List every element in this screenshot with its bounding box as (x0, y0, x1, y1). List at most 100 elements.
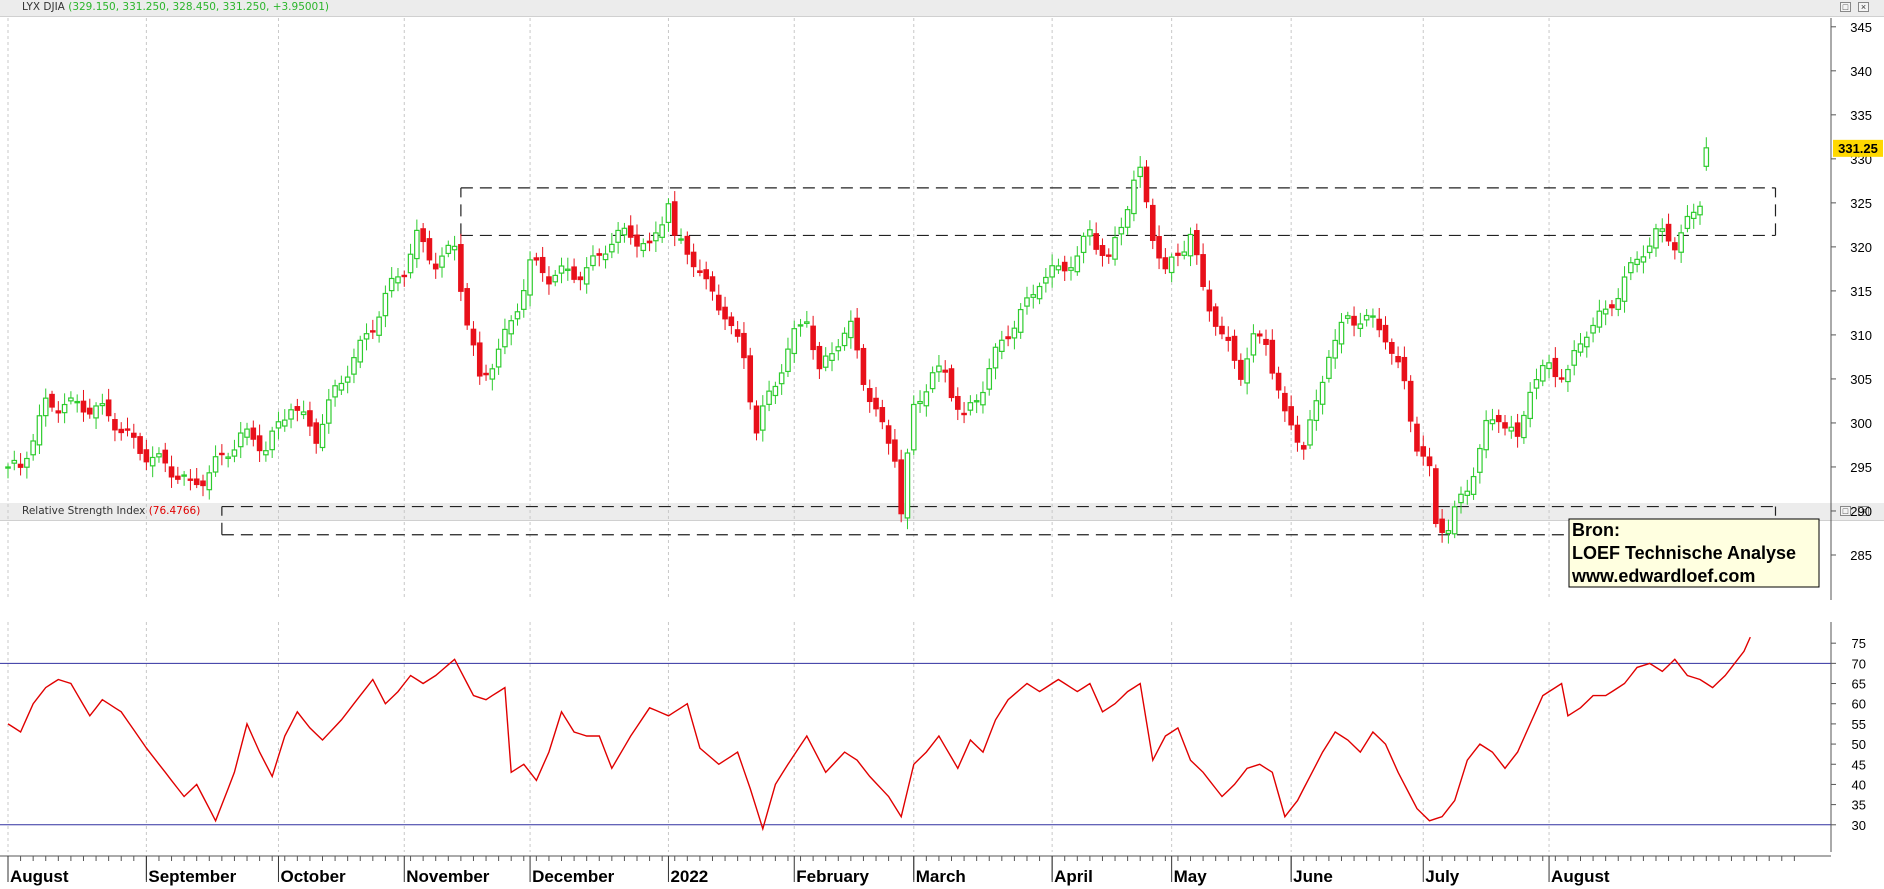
candle (307, 410, 313, 427)
rsi-tick-label: 55 (1852, 717, 1866, 732)
candle (49, 393, 55, 408)
candle (1225, 336, 1232, 341)
candle (1024, 297, 1030, 307)
candle (162, 449, 169, 464)
candle (1370, 315, 1376, 318)
candle (1414, 423, 1420, 452)
candle (1149, 204, 1156, 241)
candle (1521, 414, 1527, 439)
candle (137, 436, 143, 454)
candle (860, 347, 867, 385)
rsi-tick-label: 60 (1852, 697, 1866, 712)
candle (1344, 315, 1351, 319)
candle (835, 346, 842, 352)
candle (93, 405, 99, 419)
rsi-tick-label: 70 (1852, 656, 1866, 671)
candle (999, 339, 1005, 353)
candle (1244, 358, 1250, 384)
candle (697, 270, 703, 273)
candle (1124, 209, 1131, 228)
candle (244, 428, 250, 438)
rsi-tick-label: 40 (1852, 777, 1866, 792)
candle (1017, 308, 1024, 333)
candle (370, 330, 376, 333)
candle (300, 411, 307, 416)
candle (1382, 324, 1389, 343)
candle (596, 253, 603, 256)
candle (55, 410, 62, 414)
candle (1074, 255, 1081, 273)
candle (646, 240, 653, 244)
candle (275, 421, 282, 429)
candle (879, 407, 886, 423)
candle (338, 382, 345, 391)
candle (1036, 285, 1043, 300)
candle (357, 339, 364, 363)
candle (237, 432, 244, 448)
candle (502, 328, 508, 348)
source-box: Bron: LOEF Technische Analyse www.edward… (1568, 518, 1820, 588)
candle (1489, 419, 1496, 425)
candle (1602, 308, 1609, 315)
candle (1546, 362, 1552, 370)
candle (1326, 356, 1332, 379)
candle (609, 243, 615, 253)
candle (565, 268, 571, 272)
candle (1143, 166, 1150, 203)
last-price-label: 331.25 (1838, 141, 1878, 156)
candle (942, 369, 949, 373)
candle (1181, 251, 1188, 256)
candle (24, 457, 30, 468)
month-label: July (1425, 867, 1460, 886)
candle (1319, 381, 1326, 405)
candle (1043, 276, 1049, 284)
rsi-tick-label: 35 (1852, 798, 1866, 813)
source-line-2: LOEF Technische Analyse (1572, 543, 1796, 563)
candle (1068, 267, 1074, 271)
candle (451, 245, 458, 251)
candle (382, 292, 389, 317)
candle (785, 348, 791, 373)
candle (514, 311, 521, 320)
candle (1087, 229, 1093, 237)
candle (1055, 265, 1062, 271)
candle (1118, 226, 1125, 235)
candle (1061, 261, 1068, 272)
price-tick-label: 285 (1850, 548, 1872, 563)
candle (200, 480, 206, 487)
candle (1219, 325, 1225, 335)
candle (313, 422, 320, 444)
rsi-line (0, 636, 1831, 832)
price-tick-label: 325 (1850, 196, 1872, 211)
candle (627, 225, 634, 238)
candle (74, 400, 80, 404)
candle (1458, 493, 1464, 504)
candle (1395, 355, 1401, 363)
candle (420, 228, 426, 243)
candle (1697, 205, 1703, 216)
candle (1646, 245, 1653, 254)
candle (973, 400, 980, 403)
candle (527, 259, 533, 296)
candle (634, 234, 640, 247)
candle (948, 368, 955, 399)
candle (86, 407, 93, 415)
candle (294, 406, 301, 411)
candle (539, 256, 546, 274)
candle (30, 440, 36, 456)
rsi-tick-label: 75 (1852, 636, 1866, 651)
candle (470, 328, 477, 346)
price-tick-label: 295 (1850, 460, 1872, 475)
candle (904, 452, 911, 519)
candle (640, 242, 647, 252)
month-label: September (148, 867, 236, 886)
candle (615, 229, 621, 243)
candle (753, 405, 760, 434)
candle (319, 423, 326, 449)
candle (577, 276, 584, 281)
candle (80, 400, 87, 413)
source-line-3: www.edwardloef.com (1571, 566, 1755, 586)
candle (709, 276, 716, 292)
candle (1256, 333, 1263, 337)
candle (1527, 391, 1533, 420)
